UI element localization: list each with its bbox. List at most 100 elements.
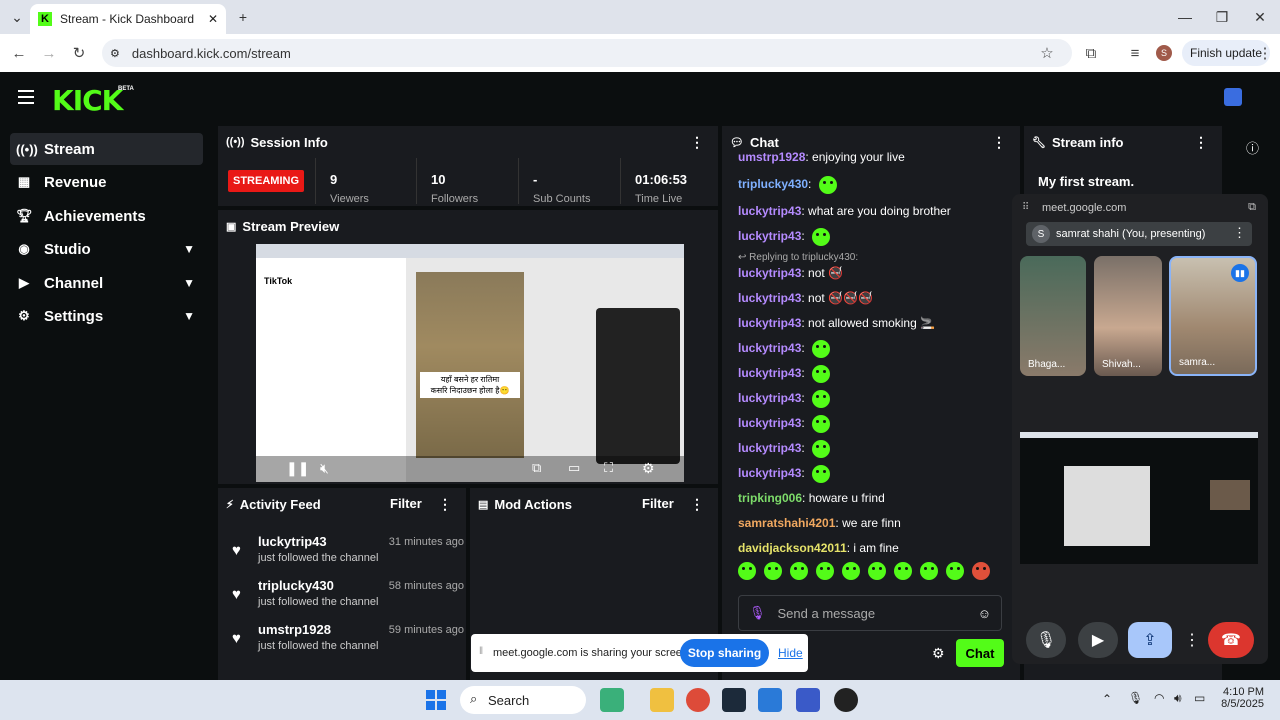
chat-username[interactable]: luckytrip43 <box>738 266 801 280</box>
sidebar-item-stream[interactable]: ((•)) Stream <box>10 133 203 165</box>
close-tab-icon[interactable]: ✕ <box>208 12 218 26</box>
maximize-icon[interactable]: ❐ <box>1207 4 1237 30</box>
stream-preview-video[interactable]: TikTok यहाँ बसने हर रातिमा कसरि निदाउछन … <box>256 244 684 482</box>
media-control-icon[interactable]: ≡ <box>1124 42 1146 64</box>
wifi-icon[interactable]: ◠ <box>1154 691 1164 705</box>
widgets-icon[interactable] <box>600 688 624 712</box>
extensions-icon[interactable]: ⧉ <box>1080 42 1102 64</box>
participant-tile[interactable]: Bhaga... <box>1020 256 1086 376</box>
chat-username[interactable]: triplucky430 <box>738 177 808 191</box>
taskbar-search[interactable]: ⌕ Search <box>460 686 586 714</box>
sidebar-item-studio[interactable]: ◉ Studio ▼ <box>10 233 203 265</box>
microphone-icon[interactable]: 🎙︎ <box>1128 691 1143 705</box>
profile-avatar[interactable]: S <box>1156 45 1172 61</box>
emote-icon[interactable] <box>868 562 886 580</box>
info-icon[interactable]: ⓘ <box>1246 138 1259 157</box>
sidebar-item-revenue[interactable]: ▦ Revenue <box>10 166 203 198</box>
chat-settings-icon[interactable]: ⚙ <box>932 645 945 662</box>
sidebar-item-channel[interactable]: ▶ Channel ▼ <box>10 267 203 299</box>
emote-icon[interactable] <box>920 562 938 580</box>
chat-input[interactable]: 🎙︎ Send a message ☺ <box>738 595 1002 631</box>
camera-toggle-icon[interactable]: ▶ <box>1078 622 1118 658</box>
send-chat-button[interactable]: Chat <box>956 639 1004 667</box>
emote-icon[interactable] <box>738 562 756 580</box>
chevron-up-icon[interactable]: ⌃ <box>1102 692 1112 706</box>
more-options-icon[interactable]: ⋮ <box>690 496 704 513</box>
chat-username[interactable]: luckytrip43 <box>738 466 801 480</box>
forward-icon[interactable]: → <box>38 42 60 64</box>
site-info-icon[interactable]: ⚙ <box>110 47 120 60</box>
app-icon[interactable] <box>796 688 820 712</box>
bookmark-star-icon[interactable]: ☆ <box>1036 42 1058 64</box>
feed-username[interactable]: triplucky430 <box>258 578 334 593</box>
app-icon[interactable] <box>758 688 782 712</box>
sidebar-item-settings[interactable]: ⚙ Settings ▼ <box>10 300 203 332</box>
chat-username[interactable]: luckytrip43 <box>738 341 801 355</box>
chat-username[interactable]: luckytrip43 <box>738 441 801 455</box>
chat-username[interactable]: samratshahi4201 <box>738 516 835 530</box>
microphone-icon[interactable]: 🎙︎ <box>749 605 766 621</box>
more-options-icon[interactable]: ⋮ <box>690 134 704 151</box>
present-screen-icon[interactable]: ⇪ <box>1128 622 1172 658</box>
settings-gear-icon[interactable]: ⚙ <box>642 460 655 477</box>
browser-tab[interactable]: K Stream - Kick Dashboard ✕ <box>30 4 226 34</box>
reload-icon[interactable]: ↻ <box>68 42 90 64</box>
emote-icon[interactable] <box>894 562 912 580</box>
emoji-picker-icon[interactable]: ☺ <box>978 606 991 621</box>
more-options-icon[interactable]: ⋮ <box>1184 630 1200 650</box>
emote-icon[interactable] <box>790 562 808 580</box>
url-field[interactable]: ⚙ dashboard.kick.com/stream <box>102 39 1072 67</box>
chat-username[interactable]: luckytrip43 <box>738 416 801 430</box>
chat-username[interactable]: luckytrip43 <box>738 391 801 405</box>
more-options-icon[interactable]: ⋮ <box>438 496 452 513</box>
browser-menu-icon[interactable]: ⋮ <box>1254 42 1276 64</box>
chat-username[interactable]: luckytrip43 <box>738 291 801 305</box>
close-window-icon[interactable]: ✕ <box>1245 4 1275 30</box>
windows-start-icon[interactable] <box>426 690 446 710</box>
chat-username[interactable]: luckytrip43 <box>738 316 801 330</box>
chat-username[interactable]: luckytrip43 <box>738 366 801 380</box>
chat-username[interactable]: umstrp1928 <box>738 152 805 164</box>
stop-sharing-button[interactable]: Stop sharing <box>680 639 769 667</box>
leave-call-icon[interactable]: ☎ <box>1208 622 1254 658</box>
emote-icon[interactable] <box>842 562 860 580</box>
app-icon[interactable] <box>834 688 858 712</box>
mute-icon[interactable]: 🔇︎ <box>320 460 329 477</box>
theater-icon[interactable]: ▭ <box>568 460 580 476</box>
sidebar-item-achievements[interactable]: 🏆︎ Achievements <box>10 200 203 232</box>
system-clock[interactable]: 4:10 PM 8/5/2025 <box>1214 686 1264 710</box>
chat-username[interactable]: davidjackson42011 <box>738 541 847 555</box>
tab-search-icon[interactable]: ⌄ <box>2 4 32 30</box>
more-options-icon[interactable]: ⋮ <box>992 134 1006 151</box>
pause-icon[interactable]: ❚❚ <box>286 460 309 477</box>
battery-icon[interactable]: ▭ <box>1194 691 1205 705</box>
kick-logo[interactable]: KICK <box>52 84 123 117</box>
chat-username[interactable]: luckytrip43 <box>738 204 801 218</box>
window-handle-icon[interactable]: ⠿ <box>1022 202 1029 213</box>
drag-handle-icon[interactable]: ‖ <box>479 646 483 657</box>
pip-icon[interactable]: ⧉ <box>532 460 541 476</box>
user-avatar[interactable] <box>1224 88 1242 106</box>
new-tab-icon[interactable]: + <box>228 4 258 30</box>
microphone-toggle-icon[interactable]: 🎙︎ <box>1026 622 1066 658</box>
feed-username[interactable]: luckytrip43 <box>258 534 327 549</box>
hamburger-menu-icon[interactable] <box>18 90 34 104</box>
emote-icon[interactable] <box>946 562 964 580</box>
more-options-icon[interactable]: ⋮ <box>1194 134 1208 151</box>
chat-username[interactable]: luckytrip43 <box>738 229 801 243</box>
filter-button[interactable]: Filter <box>390 496 422 511</box>
participant-tile[interactable]: ▮▮ samra... <box>1169 256 1257 376</box>
filter-button[interactable]: Filter <box>642 496 674 511</box>
feed-username[interactable]: umstrp1928 <box>258 622 331 637</box>
chat-username[interactable]: tripking006 <box>738 491 802 505</box>
emote-icon[interactable] <box>972 562 990 580</box>
file-explorer-icon[interactable] <box>650 688 674 712</box>
emote-icon[interactable] <box>816 562 834 580</box>
back-icon[interactable]: ← <box>8 42 30 64</box>
minimize-icon[interactable]: — <box>1170 4 1200 30</box>
return-to-tab-icon[interactable]: ⧉ <box>1248 201 1256 214</box>
participant-tile[interactable]: Shivah... <box>1094 256 1162 376</box>
hide-link[interactable]: Hide <box>778 646 803 660</box>
fullscreen-icon[interactable]: ⛶ <box>604 460 613 476</box>
volume-icon[interactable]: 🔊︎ <box>1174 691 1182 706</box>
